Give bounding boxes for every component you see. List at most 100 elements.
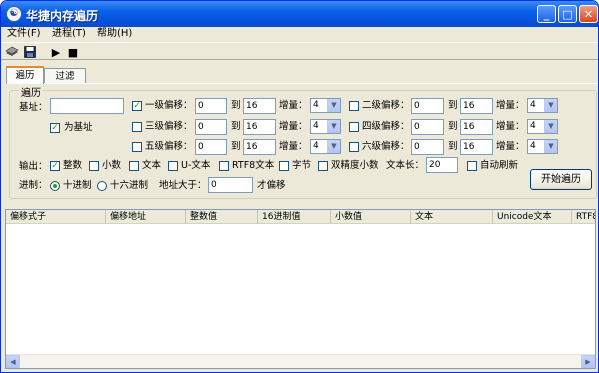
- level4-from-input[interactable]: 0: [411, 119, 444, 135]
- level3-label: 三级偏移：: [145, 121, 193, 132]
- chevron-down-icon[interactable]: ▼: [544, 140, 557, 153]
- level4-step-label: 增量：: [496, 121, 525, 132]
- app-logo-icon[interactable]: ☯: [6, 6, 22, 22]
- address-greater-label: 地址大于：: [159, 180, 207, 191]
- level1-from-input[interactable]: 0: [195, 98, 227, 114]
- chevron-down-icon[interactable]: ▼: [327, 140, 340, 153]
- play-icon[interactable]: ▶: [49, 45, 63, 59]
- level2-to-input[interactable]: 16: [460, 98, 493, 114]
- level1-step-value: 4: [313, 100, 319, 110]
- level4-to-input[interactable]: 16: [460, 119, 493, 135]
- level5-label: 五级偏移：: [145, 141, 193, 152]
- level3-step-select[interactable]: 4 ▼: [310, 119, 341, 134]
- is-base-checkbox[interactable]: ✓: [50, 123, 60, 133]
- menu-process[interactable]: 进程(T): [52, 27, 86, 41]
- level6-step-value: 4: [530, 141, 536, 151]
- level6-step-label: 增量：: [496, 141, 525, 152]
- auto-refresh-checkbox[interactable]: [467, 161, 477, 171]
- level6-checkbox[interactable]: [349, 142, 359, 152]
- output-utext-checkbox[interactable]: [168, 161, 178, 171]
- output-double-checkbox[interactable]: [318, 161, 328, 171]
- base-address-label: 基址：: [19, 102, 48, 113]
- level3-from-input[interactable]: 0: [195, 119, 227, 135]
- title-bar[interactable]: ☯ 华捷内存遍历 _ □ ✕: [1, 1, 598, 27]
- level6-to-label: 到: [448, 141, 458, 152]
- menu-help[interactable]: 帮助(H): [97, 27, 132, 41]
- level6-from-input[interactable]: 0: [411, 139, 444, 155]
- close-button[interactable]: ✕: [579, 5, 598, 23]
- scroll-left-icon[interactable]: ◀: [6, 355, 20, 368]
- open-process-icon[interactable]: [5, 45, 19, 59]
- base-address-input[interactable]: [50, 98, 124, 114]
- level4-label: 四级偏移：: [362, 121, 410, 132]
- output-rtf8-checkbox[interactable]: [219, 161, 229, 171]
- level6-to-input[interactable]: 16: [460, 139, 493, 155]
- output-float-label: 小数: [102, 160, 122, 171]
- level2-checkbox[interactable]: [349, 101, 359, 111]
- chevron-down-icon[interactable]: ▼: [544, 99, 557, 112]
- address-greater-input[interactable]: 0: [208, 177, 253, 193]
- tab-filter[interactable]: 过滤: [44, 68, 86, 84]
- column-header-int-value[interactable]: 整数值: [186, 210, 258, 224]
- scroll-right-icon[interactable]: ▶: [581, 355, 595, 368]
- level5-step-select[interactable]: 4 ▼: [310, 139, 341, 154]
- auto-refresh-label: 自动刷新: [480, 160, 519, 171]
- level1-checkbox[interactable]: ✓: [132, 101, 142, 111]
- level4-step-select[interactable]: 4 ▼: [527, 119, 558, 134]
- save-icon[interactable]: [23, 45, 37, 59]
- level1-step-label: 增量：: [279, 100, 308, 111]
- chevron-down-icon[interactable]: ▼: [327, 99, 340, 112]
- level5-to-label: 到: [231, 141, 241, 152]
- radix-label: 进制：: [19, 180, 48, 191]
- text-length-label: 文本长：: [386, 160, 425, 171]
- address-greater-suffix: 才偏移: [257, 180, 286, 191]
- level4-checkbox[interactable]: [349, 122, 359, 132]
- level2-label: 二级偏移：: [362, 100, 410, 111]
- text-length-input[interactable]: 20: [426, 157, 458, 173]
- level2-from-input[interactable]: 0: [411, 98, 444, 114]
- output-float-checkbox[interactable]: [89, 161, 99, 171]
- level3-step-label: 增量：: [279, 121, 308, 132]
- radix-decimal-radio[interactable]: [50, 181, 60, 191]
- column-header-text[interactable]: 文本: [411, 210, 493, 224]
- output-int-label: 整数: [63, 160, 83, 171]
- column-header-offset-address[interactable]: 偏移地址: [106, 210, 186, 224]
- chevron-down-icon[interactable]: ▼: [327, 120, 340, 133]
- level5-to-input[interactable]: 16: [243, 139, 276, 155]
- results-table[interactable]: 偏移式子 偏移地址 整数值 16进制值 小数值 文本 Unicode文本 RTF…: [5, 209, 596, 369]
- output-double-label: 双精度小数: [331, 160, 379, 171]
- main-window: ☯ 华捷内存遍历 _ □ ✕ 文件(F) 进程(T) 帮助(H) ▶ ■ 遍历 …: [0, 0, 599, 373]
- column-header-float-value[interactable]: 小数值: [331, 210, 411, 224]
- menu-file[interactable]: 文件(F): [7, 27, 41, 41]
- level2-to-label: 到: [448, 100, 458, 111]
- column-header-hex-value[interactable]: 16进制值: [258, 210, 331, 224]
- level1-to-label: 到: [231, 100, 241, 111]
- level5-from-input[interactable]: 0: [195, 139, 227, 155]
- tab-traverse[interactable]: 遍历: [6, 66, 44, 84]
- column-header-rtf8[interactable]: RTF8: [572, 210, 595, 224]
- column-header-unicode-text[interactable]: Unicode文本: [493, 210, 572, 224]
- output-byte-checkbox[interactable]: [279, 161, 289, 171]
- column-header-offset-expr[interactable]: 偏移式子: [6, 210, 106, 224]
- start-traverse-button[interactable]: 开始遍历: [530, 169, 592, 190]
- level1-to-input[interactable]: 16: [243, 98, 276, 114]
- output-text-checkbox[interactable]: [129, 161, 139, 171]
- horizontal-scrollbar[interactable]: ◀ ▶: [6, 354, 595, 368]
- level1-step-select[interactable]: 4 ▼: [310, 98, 341, 113]
- menu-bar: 文件(F) 进程(T) 帮助(H): [1, 27, 598, 41]
- minimize-button[interactable]: _: [537, 5, 556, 23]
- chevron-down-icon[interactable]: ▼: [544, 120, 557, 133]
- maximize-icon: □: [562, 7, 573, 21]
- stop-icon[interactable]: ■: [66, 45, 80, 59]
- level4-to-label: 到: [448, 121, 458, 132]
- level3-to-label: 到: [231, 121, 241, 132]
- radix-hex-radio[interactable]: [97, 181, 107, 191]
- output-int-checkbox[interactable]: ✓: [50, 161, 60, 171]
- level6-step-select[interactable]: 4 ▼: [527, 139, 558, 154]
- maximize-button[interactable]: □: [558, 5, 577, 23]
- output-byte-label: 字节: [292, 160, 312, 171]
- level3-to-input[interactable]: 16: [243, 119, 276, 135]
- level3-checkbox[interactable]: [132, 122, 142, 132]
- level5-checkbox[interactable]: [132, 142, 142, 152]
- level2-step-select[interactable]: 4 ▼: [527, 98, 558, 113]
